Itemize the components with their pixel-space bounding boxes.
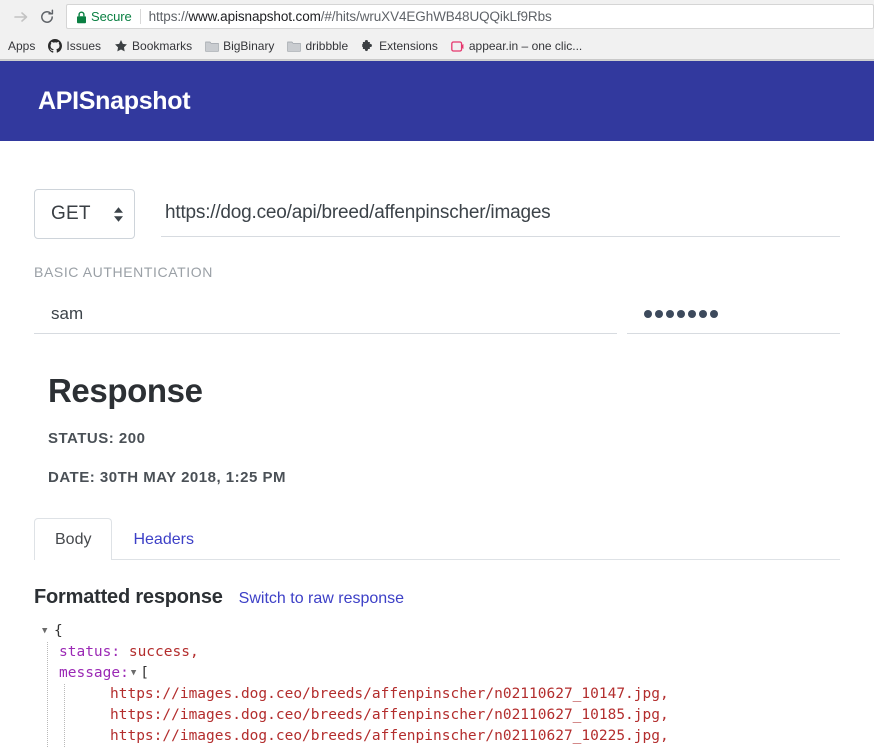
auth-username-input[interactable]: sam <box>34 294 617 334</box>
json-array-open: [ <box>140 663 149 684</box>
address-bar-url: https://www.apisnapshot.com/#/hits/wruXV… <box>149 9 552 24</box>
main-content: GET https://dog.ceo/api/breed/affenpinsc… <box>0 189 874 747</box>
lock-icon <box>76 11 86 23</box>
bookmark-extensions[interactable]: Extensions <box>354 36 444 56</box>
json-array-item-value: https://images.dog.ceo/breeds/affenpinsc… <box>110 705 669 726</box>
auth-username-value: sam <box>51 304 83 324</box>
bookmark-label: appear.in – one clic... <box>469 40 582 52</box>
switch-to-raw-response-link[interactable]: Switch to raw response <box>239 590 404 608</box>
json-root-line: ▼ { <box>42 621 840 642</box>
json-array-item-value: https://images.dog.ceo/breeds/affenpinsc… <box>110 726 669 747</box>
auth-password-input[interactable] <box>627 294 840 334</box>
appearin-icon <box>450 39 465 54</box>
address-bar[interactable]: Secure https://www.apisnapshot.com/#/hit… <box>66 4 874 29</box>
puzzle-icon <box>360 39 375 54</box>
json-array-item: https://images.dog.ceo/breeds/affenpinsc… <box>76 684 840 705</box>
json-open-brace: { <box>54 621 63 642</box>
response-status: STATUS: 200 <box>48 430 840 447</box>
bookmark-bookmarks[interactable]: Bookmarks <box>107 36 198 56</box>
bookmark-label: Bookmarks <box>132 40 192 52</box>
browser-toolbar: Secure https://www.apisnapshot.com/#/hit… <box>0 0 874 33</box>
bookmark-label: dribbble <box>305 40 348 52</box>
bookmark-label: Issues <box>66 40 101 52</box>
folder-icon <box>286 39 301 54</box>
json-value-status: success, <box>129 642 199 663</box>
bookmark-label: Apps <box>8 40 35 52</box>
tab-headers[interactable]: Headers <box>112 518 214 560</box>
chevron-updown-icon <box>114 207 123 222</box>
app-header: APISnapshot <box>0 61 874 141</box>
star-icon <box>113 39 128 54</box>
http-method-select[interactable]: GET <box>34 189 135 239</box>
json-children: status: success, message: ▼ [ https://im… <box>47 642 840 747</box>
auth-password-masked <box>644 310 718 318</box>
basic-auth-row: sam <box>34 294 840 334</box>
json-line-message: message: ▼ [ <box>59 663 840 684</box>
bookmark-label: BigBinary <box>223 40 274 52</box>
bookmark-bigbinary[interactable]: BigBinary <box>198 36 280 56</box>
tab-body[interactable]: Body <box>34 518 112 560</box>
json-line-status: status: success, <box>59 642 840 663</box>
bookmark-issues[interactable]: Issues <box>41 36 107 56</box>
reload-icon[interactable] <box>34 4 60 30</box>
github-icon <box>47 39 62 54</box>
response-tabs: Body Headers <box>34 518 840 560</box>
json-viewer: ▼ { status: success, message: ▼ [ https:… <box>34 621 840 747</box>
bookmark-label: Extensions <box>379 40 438 52</box>
bookmark-appearin[interactable]: appear.in – one clic... <box>444 36 588 56</box>
request-url-input[interactable]: https://dog.ceo/api/breed/affenpinscher/… <box>161 189 840 237</box>
http-method-value: GET <box>51 203 91 225</box>
json-array-item: https://images.dog.ceo/breeds/affenpinsc… <box>76 705 840 726</box>
json-array-item: https://images.dog.ceo/breeds/affenpinsc… <box>76 726 840 747</box>
basic-auth-section-label: BASIC AUTHENTICATION <box>34 264 840 280</box>
browser-chrome: Secure https://www.apisnapshot.com/#/hit… <box>0 0 874 61</box>
url-path: /#/hits/wruXV4EGhWB48UQQikLf9Rbs <box>321 9 552 24</box>
json-array-items: https://images.dog.ceo/breeds/affenpinsc… <box>64 684 840 747</box>
formatted-response-row: Formatted response Switch to raw respons… <box>34 586 840 609</box>
omnibox-divider <box>140 9 141 24</box>
security-label: Secure <box>91 9 132 24</box>
url-scheme: https:// <box>149 9 189 24</box>
request-url-value: https://dog.ceo/api/breed/affenpinscher/… <box>165 202 551 224</box>
collapse-caret-icon[interactable]: ▼ <box>131 663 136 684</box>
bookmarks-bar: Apps Issues Bookmarks <box>0 33 874 60</box>
json-key-status: status: <box>59 642 120 663</box>
bookmark-dribbble[interactable]: dribbble <box>280 36 354 56</box>
app-brand[interactable]: APISnapshot <box>38 87 190 116</box>
request-row: GET https://dog.ceo/api/breed/affenpinsc… <box>34 189 840 239</box>
collapse-caret-icon[interactable]: ▼ <box>42 621 54 642</box>
response-date: DATE: 30TH MAY 2018, 1:25 PM <box>48 469 840 486</box>
forward-arrow-icon[interactable] <box>8 4 34 30</box>
url-host: www.apisnapshot.com <box>188 9 320 24</box>
bookmark-apps[interactable]: Apps <box>2 36 41 56</box>
response-heading: Response <box>48 372 840 410</box>
folder-icon <box>204 39 219 54</box>
json-array-item-value: https://images.dog.ceo/breeds/affenpinsc… <box>110 684 669 705</box>
formatted-response-title: Formatted response <box>34 586 223 609</box>
json-key-message: message: <box>59 663 129 684</box>
